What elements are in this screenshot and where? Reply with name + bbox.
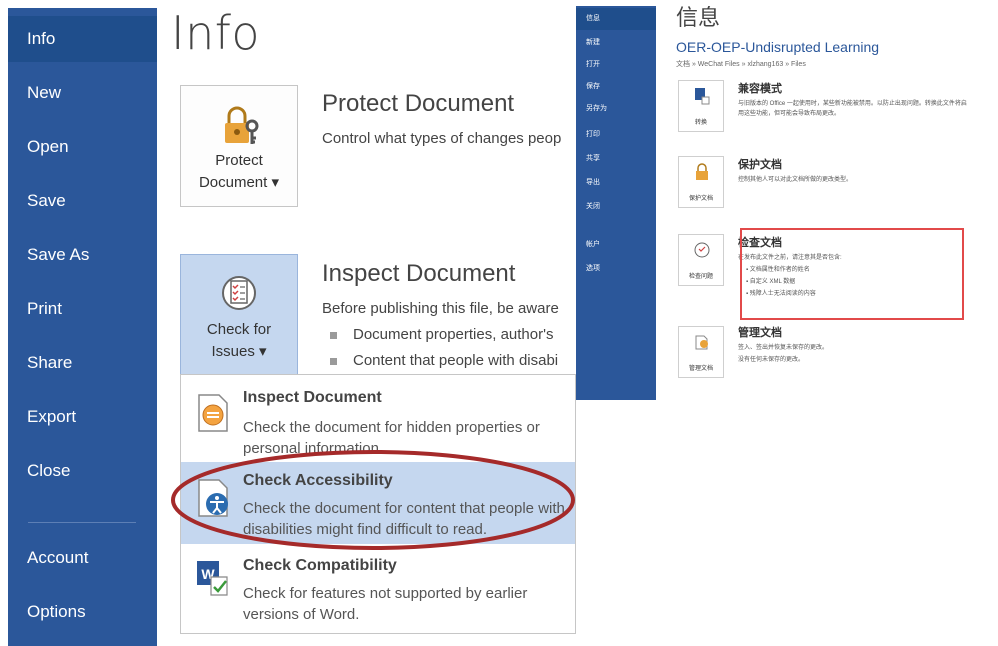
checklist-icon: [222, 276, 256, 310]
inspect-desc: Before publishing this file, be aware: [322, 300, 559, 317]
cn-section-title: 兼容模式: [738, 83, 782, 95]
cn-nav-share[interactable]: 共享: [576, 148, 656, 170]
cn-tile-label: 检查问题: [688, 274, 713, 280]
cn-check-issues-button[interactable]: 检查问题: [678, 234, 724, 286]
cn-protect-button[interactable]: 保护文档: [678, 156, 724, 208]
nav-export[interactable]: Export: [8, 394, 157, 440]
protect-document-button[interactable]: Protect Document ▾: [180, 85, 298, 207]
cn-section-text: 签入、签出并恢复未保存的更改。: [738, 345, 829, 351]
menu-item-desc: Check for features not supported by earl…: [243, 585, 528, 623]
cn-section-title: 管理文档: [738, 327, 782, 339]
bullet-square-icon: [330, 331, 337, 339]
cn-convert-button[interactable]: 转换: [678, 80, 724, 132]
cn-nav-close[interactable]: 关闭: [576, 196, 656, 218]
cn-nav-options[interactable]: 选项: [576, 258, 656, 280]
checklist-icon: [694, 242, 710, 258]
issues-label-2: Issues ▾: [211, 343, 267, 360]
protect-desc: Control what types of changes peop: [322, 130, 562, 147]
lock-icon: [696, 163, 708, 180]
cn-nav-print[interactable]: 打印: [576, 124, 656, 146]
convert-icon: [695, 88, 710, 105]
cn-backstage-nav: 信息 新建 打开 保存 另存为 打印 共享 导出 关闭 帐户 选项: [576, 6, 656, 400]
cn-document-path: 文档 » WeChat Files » xlzhang163 » Files: [676, 61, 806, 68]
page-title: Info: [171, 6, 261, 60]
nav-divider: [28, 522, 136, 523]
manage-document-icon: [695, 335, 708, 350]
cn-tile-label: 转换: [694, 120, 707, 126]
nav-info[interactable]: Info: [8, 16, 157, 62]
chinese-screenshot-panel: 信息 新建 打开 保存 另存为 打印 共享 导出 关闭 帐户 选项 信息 OER…: [576, 6, 998, 400]
menu-item-check-compatibility[interactable]: W Check Compatibility Check for features…: [181, 547, 575, 629]
inspect-title: Inspect Document: [322, 260, 516, 287]
cn-nav-save-as[interactable]: 另存为: [576, 98, 656, 120]
menu-item-title: Check Compatibility: [243, 557, 397, 574]
backstage-nav: Info New Open Save Save As Print Share E…: [8, 8, 157, 646]
inspect-bullet: Document properties, author's: [330, 326, 553, 343]
cn-section-text: 与旧版本的 Office 一起使用时，某些新功能被禁用。以防止出现问题。转换此文…: [738, 101, 967, 107]
nav-options[interactable]: Options: [8, 589, 157, 635]
cn-page-title: 信息: [676, 6, 721, 30]
bullet-square-icon: [330, 357, 337, 365]
nav-print[interactable]: Print: [8, 286, 157, 332]
cn-nav-save[interactable]: 保存: [576, 76, 656, 98]
nav-share[interactable]: Share: [8, 340, 157, 386]
lock-key-icon: [225, 106, 259, 144]
cn-nav-account[interactable]: 帐户: [576, 234, 656, 256]
cn-tile-label: 保护文档: [688, 196, 713, 202]
cn-nav-new[interactable]: 新建: [576, 32, 656, 54]
check-for-issues-button[interactable]: Check for Issues ▾: [180, 254, 298, 376]
word-compatibility-icon: W: [197, 561, 228, 596]
cn-section-text: 控制其他人可以对此文档所做的更改类型。: [738, 177, 853, 183]
menu-item-title: Inspect Document: [243, 389, 382, 406]
cn-highlight-box: [740, 228, 964, 320]
protect-title: Protect Document: [322, 90, 515, 117]
nav-save[interactable]: Save: [8, 178, 157, 224]
cn-section-text: 没有任何未保存的更改。: [738, 357, 805, 363]
annotation-ellipse: [171, 450, 575, 550]
inspect-document-icon: [198, 394, 228, 432]
cn-nav-export[interactable]: 导出: [576, 172, 656, 194]
protect-label-1: Protect: [215, 152, 263, 169]
cn-section-title: 保护文档: [738, 159, 782, 171]
protect-label-2: Document ▾: [198, 174, 280, 191]
cn-document-name: OER-OEP-Undisrupted Learning: [676, 39, 880, 55]
nav-save-as[interactable]: Save As: [8, 232, 157, 278]
cn-main: 信息 OER-OEP-Undisrupted Learning 文档 » WeC…: [656, 6, 998, 400]
nav-close[interactable]: Close: [8, 448, 157, 494]
nav-open[interactable]: Open: [8, 124, 157, 170]
inspect-bullet: Content that people with disabi: [330, 352, 558, 369]
cn-manage-document-button[interactable]: 管理文档: [678, 326, 724, 378]
nav-account[interactable]: Account: [8, 535, 157, 581]
cn-tile-label: 管理文档: [688, 366, 713, 372]
nav-new[interactable]: New: [8, 70, 157, 116]
issues-label-1: Check for: [206, 321, 272, 338]
cn-nav-info[interactable]: 信息: [576, 8, 656, 30]
cn-nav-open[interactable]: 打开: [576, 54, 656, 76]
cn-section-text: 用这些功能，但可能会导致布局更改。: [738, 111, 841, 117]
